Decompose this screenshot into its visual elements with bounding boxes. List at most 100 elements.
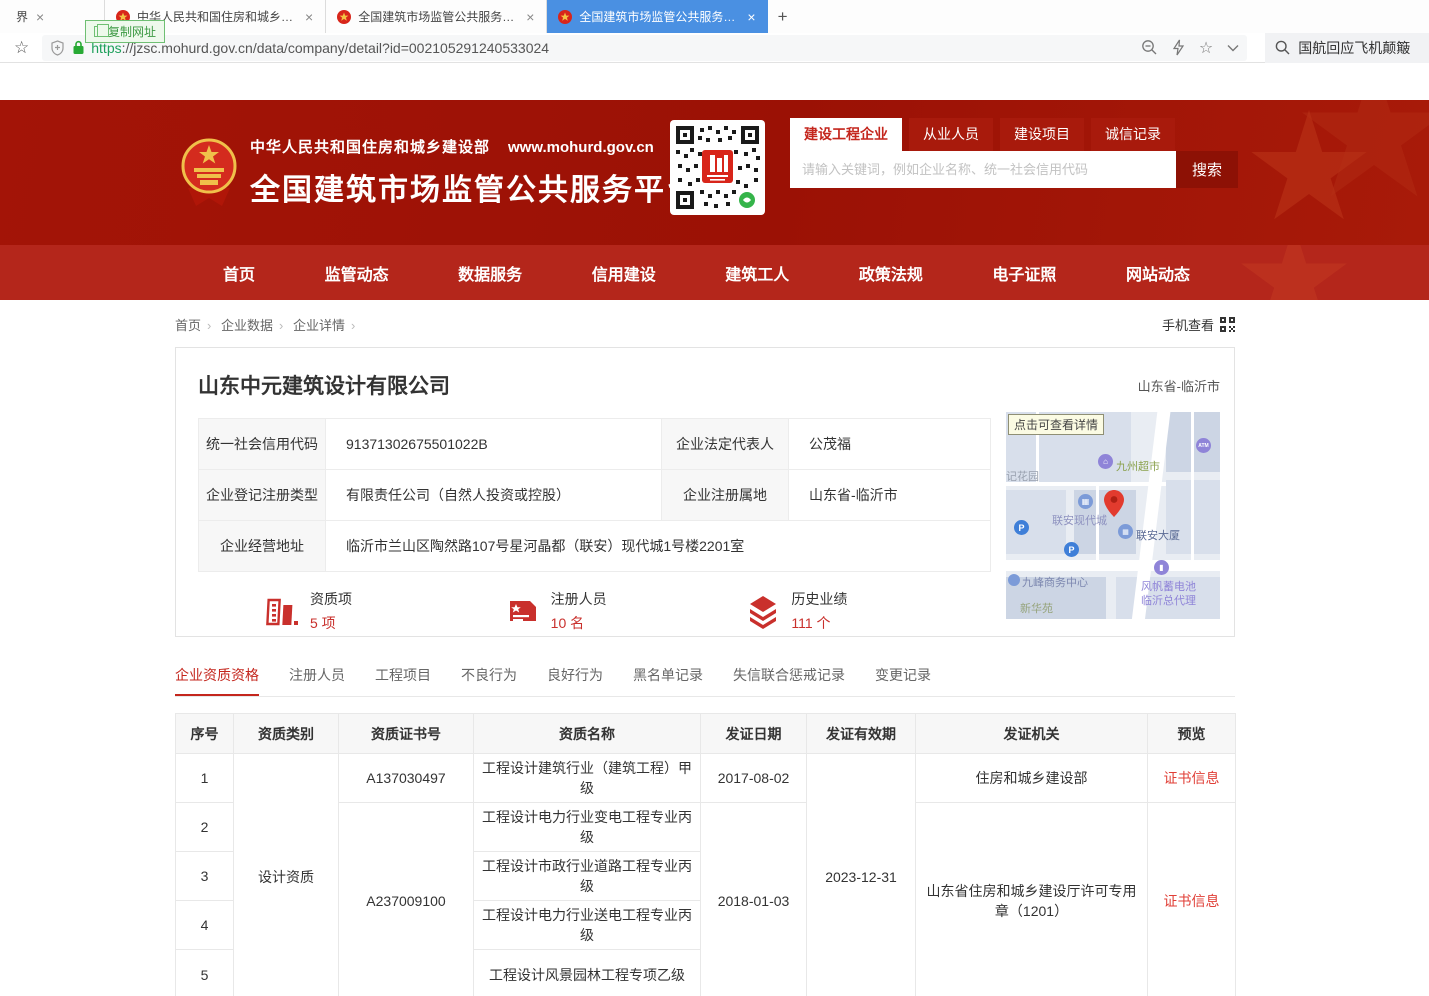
stat-registered-personnel[interactable]: 注册人员 10 名 [505, 589, 746, 633]
table-header-row: 序号 资质类别 资质证书号 资质名称 发证日期 发证有效期 发证机关 预览 [176, 714, 1236, 754]
badge-icon [505, 593, 541, 629]
browser-tab-bar: 界 × 中华人民共和国住房和城乡建设 × 全国建筑市场监管公共服务平台 × 全国… [0, 0, 1429, 33]
col-issue-date: 发证日期 [701, 714, 807, 754]
poi-pin-icon: ⌂ [1098, 454, 1113, 469]
legal-person-value: 公茂福 [789, 419, 991, 470]
tab-title: 界 [16, 8, 28, 25]
lightning-icon[interactable] [1172, 39, 1185, 56]
zoom-out-icon[interactable] [1141, 39, 1158, 56]
detail-section-tabs: 企业资质资格 注册人员 工程项目 不良行为 良好行为 黑名单记录 失信联合惩戒记… [175, 665, 1235, 697]
search-button[interactable]: 搜索 [1176, 151, 1238, 188]
close-icon[interactable]: × [524, 9, 536, 25]
authority-cell: 住房和城乡建设部 [916, 754, 1148, 803]
certificate-info-link[interactable]: 证书信息 [1164, 893, 1220, 909]
close-icon[interactable]: × [303, 9, 315, 25]
cert-number-cell: A237009100 [339, 803, 474, 996]
atm-pin-icon: ATM [1196, 438, 1211, 453]
chevron-down-icon[interactable] [1227, 44, 1239, 52]
tab-good-behavior[interactable]: 良好行为 [547, 665, 603, 696]
nav-item-home[interactable]: 首页 [223, 261, 255, 285]
favorite-star-icon[interactable]: ☆ [1199, 38, 1213, 58]
tab-bad-behavior[interactable]: 不良行为 [461, 665, 517, 696]
seq-cell: 4 [176, 901, 234, 950]
info-label: 企业注册属地 [662, 470, 789, 521]
nav-item-supervision[interactable]: 监管动态 [325, 261, 389, 285]
close-icon[interactable]: × [34, 9, 46, 25]
qualification-table: 序号 资质类别 资质证书号 资质名称 发证日期 发证有效期 发证机关 预览 1 … [175, 713, 1236, 996]
info-label: 企业法定代表人 [662, 419, 789, 470]
table-row: 1 设计资质 A137030497 工程设计建筑行业（建筑工程）甲级 2017-… [176, 754, 1236, 803]
layers-icon [745, 593, 781, 629]
nav-item-licenses[interactable]: 电子证照 [992, 261, 1056, 285]
parking-icon: P [1014, 520, 1029, 535]
stat-historical-performance[interactable]: 历史业绩 111 个 [745, 589, 986, 633]
new-tab-button[interactable]: + [768, 0, 798, 33]
breadcrumb-data[interactable]: 企业数据 [221, 318, 273, 333]
site-url: www.mohurd.gov.cn [508, 139, 654, 156]
qual-name-cell: 工程设计建筑行业（建筑工程）甲级 [474, 754, 701, 803]
decor-star-icon [1239, 245, 1349, 300]
url-field[interactable]: https://jzsc.mohurd.gov.cn/data/company/… [42, 35, 1247, 61]
search-tab-credit[interactable]: 诚信记录 [1091, 118, 1175, 151]
valid-until-cell: 2023-12-31 [807, 754, 916, 996]
browser-tab-2[interactable]: 全国建筑市场监管公共服务平台 × [326, 0, 547, 33]
map-label-xinhua: 新华苑 [1020, 600, 1053, 616]
tab-registered-personnel[interactable]: 注册人员 [289, 665, 345, 696]
mobile-view-button[interactable]: 手机查看 [1162, 315, 1235, 334]
search-tab-personnel[interactable]: 从业人员 [909, 118, 993, 151]
parking-icon: P [1064, 542, 1079, 557]
browser-search-box[interactable]: 国航回应飞机颠簸 [1265, 33, 1429, 63]
nav-item-credit[interactable]: 信用建设 [592, 261, 656, 285]
tab-title: 全国建筑市场监管公共服务平台 [358, 8, 518, 25]
company-detail-card: 山东中元建筑设计有限公司 山东省-临沂市 统一社会信用代码 9137130267… [175, 347, 1235, 637]
seq-cell: 5 [176, 950, 234, 996]
stat-label: 历史业绩 [791, 589, 847, 609]
bookmark-star-icon[interactable]: ☆ [14, 38, 29, 58]
map-label-battery-agent: 临沂总代理 [1141, 592, 1196, 608]
tab-blacklist[interactable]: 黑名单记录 [633, 665, 703, 696]
browser-tab-active[interactable]: 全国建筑市场监管公共服务平台 × [547, 0, 767, 33]
col-preview: 预览 [1148, 714, 1236, 754]
stat-qualifications[interactable]: 资质项 5 项 [264, 589, 505, 633]
map-label-lianan-city: 联安现代城 [1052, 512, 1107, 528]
seq-cell: 2 [176, 803, 234, 852]
tab-projects[interactable]: 工程项目 [375, 665, 431, 696]
col-valid-until: 发证有效期 [807, 714, 916, 754]
stat-value: 5 项 [310, 613, 352, 633]
search-tab-enterprise[interactable]: 建设工程企业 [790, 118, 902, 151]
keyword-search-input[interactable] [790, 151, 1176, 188]
nav-item-policy[interactable]: 政策法规 [859, 261, 923, 285]
tab-dishonesty-records[interactable]: 失信联合惩戒记录 [733, 665, 845, 696]
close-icon[interactable]: × [745, 9, 757, 25]
shield-icon[interactable] [50, 40, 65, 56]
business-address-value: 临沂市兰山区陶然路107号星河晶都（联安）现代城1号楼2201室 [326, 521, 991, 572]
info-label: 统一社会信用代码 [199, 419, 326, 470]
qual-name-cell: 工程设计电力行业送电工程专业丙级 [474, 901, 701, 950]
nav-item-data-service[interactable]: 数据服务 [458, 261, 522, 285]
map-label-lianan-tower: 联安大厦 [1136, 527, 1180, 543]
gov-emblem-favicon [557, 9, 573, 25]
company-name: 山东中元建筑设计有限公司 [198, 370, 450, 400]
national-emblem [180, 136, 238, 210]
map-tooltip: 点击可查看详情 [1008, 414, 1104, 435]
search-category-tabs: 建设工程企业 从业人员 建设项目 诚信记录 [790, 118, 1238, 151]
company-region: 山东省-临沂市 [1138, 376, 1220, 395]
registration-region-value: 山东省-临沂市 [789, 470, 991, 521]
search-tab-project[interactable]: 建设项目 [1000, 118, 1084, 151]
certificate-info-link[interactable]: 证书信息 [1164, 770, 1220, 786]
page-top-gap [0, 63, 1429, 100]
seq-cell: 1 [176, 754, 234, 803]
category-cell: 设计资质 [234, 754, 339, 996]
browser-chrome: 界 × 中华人民共和国住房和城乡建设 × 全国建筑市场监管公共服务平台 × 全国… [0, 0, 1429, 63]
poi-pin-icon: ▦ [1078, 494, 1093, 509]
tab-qualifications[interactable]: 企业资质资格 [175, 665, 259, 696]
nav-item-workers[interactable]: 建筑工人 [725, 261, 789, 285]
location-map[interactable]: 点击可查看详情 ⌂ 九州超市 ATM 记花园 ▦ 联安现代城 ▦ 联安大厦 P … [1006, 412, 1220, 619]
nav-item-news[interactable]: 网站动态 [1126, 261, 1190, 285]
registration-type-value: 有限责任公司（自然人投资或控股） [326, 470, 662, 521]
stat-value: 10 名 [551, 613, 607, 633]
tab-change-records[interactable]: 变更记录 [875, 665, 931, 696]
breadcrumb-detail[interactable]: 企业详情 [293, 318, 345, 333]
breadcrumb-home[interactable]: 首页 [175, 318, 201, 333]
authority-cell: 山东省住房和城乡建设厅许可专用章（1201） [916, 803, 1148, 996]
